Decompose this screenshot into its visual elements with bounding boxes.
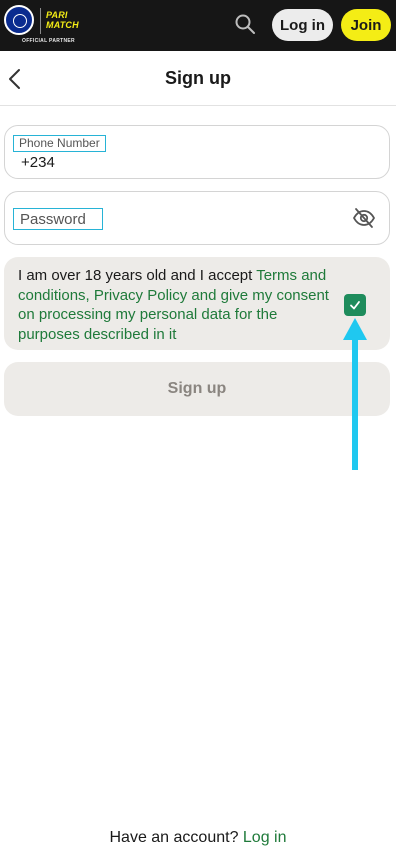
consent-prefix: I am over 18 years old and I accept (18, 267, 257, 284)
club-crest-logo (4, 5, 34, 35)
logo-line-2: MATCH (46, 20, 79, 30)
brand-divider (40, 8, 41, 34)
top-header: PARI MATCH OFFICIAL PARTNER Log in Join (0, 0, 396, 51)
phone-input[interactable] (21, 154, 321, 171)
page-title: Sign up (165, 68, 231, 88)
search-icon[interactable] (234, 13, 256, 35)
logo-line-1: PARI (46, 10, 68, 20)
footer-prompt: Have an account? (109, 829, 243, 846)
password-field[interactable] (4, 191, 390, 245)
password-input[interactable] (13, 208, 103, 230)
phone-field-label: Phone Number (13, 135, 106, 152)
footer: Have an account? Log in (0, 829, 396, 847)
consent-text: I am over 18 years old and I accept Term… (18, 266, 333, 344)
sign-up-button[interactable]: Sign up (4, 362, 390, 416)
checkmark-icon (350, 301, 360, 310)
join-button[interactable]: Join (341, 9, 391, 41)
phone-field[interactable]: Phone Number (4, 125, 390, 179)
consent-box: I am over 18 years old and I accept Term… (4, 257, 390, 350)
eye-off-icon[interactable] (352, 206, 376, 230)
consent-checkbox[interactable] (344, 294, 366, 316)
parimatch-logo: PARI MATCH (46, 10, 88, 32)
page-header: Sign up (0, 51, 396, 106)
annotation-arrow-icon (340, 318, 370, 470)
official-partner-text: OFFICIAL PARTNER (22, 38, 75, 44)
footer-login-link[interactable]: Log in (243, 829, 287, 846)
login-button[interactable]: Log in (272, 9, 333, 41)
